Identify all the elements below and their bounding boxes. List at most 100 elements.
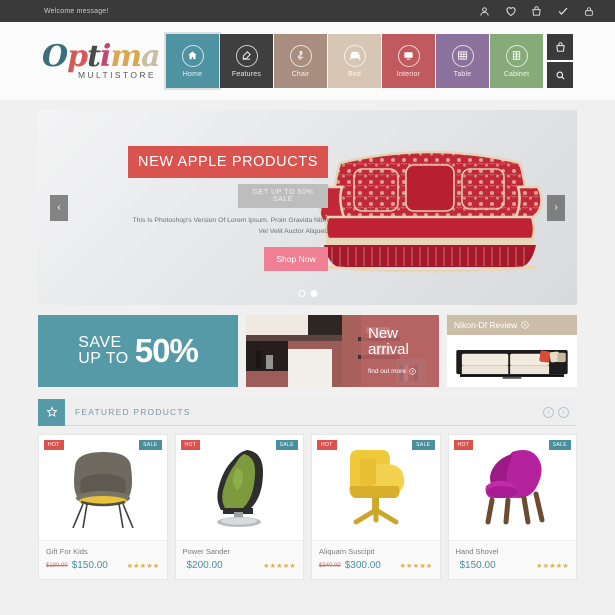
featured-products-list: HOT SALE Gift For Kids $180.00 $150.00 ★… bbox=[38, 434, 577, 580]
new-arrival-line2: arrival bbox=[368, 341, 409, 359]
product-name: Hand Shovel bbox=[455, 547, 499, 556]
product-rating-stars: ★★★★★ bbox=[263, 562, 296, 570]
save-label: SAVE UP TO bbox=[78, 333, 129, 368]
home-icon bbox=[181, 44, 204, 67]
logo[interactable]: Optima MULTISTORE bbox=[42, 39, 161, 81]
badge-sale: SALE bbox=[548, 440, 571, 450]
hero-sofa-image bbox=[317, 150, 543, 273]
product-badges: HOT SALE bbox=[453, 440, 571, 450]
product-image bbox=[176, 435, 304, 540]
arrow-circle-icon bbox=[409, 368, 416, 376]
cart-button[interactable] bbox=[547, 34, 573, 60]
hero-prev-arrow[interactable]: ‹ bbox=[50, 194, 68, 221]
new-arrival-panel: New arrival find out more bbox=[361, 315, 439, 387]
review-header: Nikon-Df Review bbox=[447, 315, 577, 335]
product-rating-stars: ★★★★★ bbox=[399, 562, 433, 570]
nav-item-home[interactable]: Home bbox=[164, 32, 221, 90]
save-line1: SAVE bbox=[78, 333, 122, 351]
product-info: Gift For Kids $180.00 $150.00 ★★★★★ bbox=[39, 540, 167, 579]
table-icon bbox=[451, 44, 474, 67]
arrow-circle-icon bbox=[521, 321, 529, 329]
badge-sale: SALE bbox=[139, 440, 162, 450]
nav-item-table[interactable]: Table bbox=[436, 34, 489, 88]
product-card[interactable]: HOT SALE Gift For Kids $180.00 $150.00 ★… bbox=[38, 434, 168, 580]
welcome-message: Welcome message! bbox=[44, 7, 109, 15]
hero-title: NEW APPLE PRODUCTS bbox=[128, 146, 328, 178]
cabinet-icon bbox=[505, 44, 528, 67]
product-price-row: $150.00 ★★★★★ bbox=[456, 560, 570, 571]
product-price: $150.00 bbox=[459, 560, 496, 571]
hero-description: This Is Photoshop's Version Of Lorem Ips… bbox=[132, 217, 328, 236]
top-icon-group bbox=[478, 5, 603, 18]
chair-icon bbox=[289, 44, 312, 67]
hero-dot-2[interactable] bbox=[310, 290, 317, 297]
nav-label-table: Table bbox=[453, 70, 472, 78]
product-name: Aliquam Suscipit bbox=[319, 547, 375, 556]
badge-sale: SALE bbox=[275, 440, 298, 450]
search-button[interactable] bbox=[547, 62, 573, 88]
heart-icon[interactable] bbox=[504, 5, 517, 18]
user-icon[interactable] bbox=[478, 5, 491, 18]
featured-next-button[interactable]: › bbox=[558, 406, 569, 418]
promo-save-banner[interactable]: SAVE UP TO 50% bbox=[38, 315, 238, 387]
product-badges: HOT SALE bbox=[180, 440, 298, 450]
product-price-row: $180.00 $150.00 ★★★★★ bbox=[46, 560, 160, 571]
bed-icon bbox=[343, 44, 366, 67]
logo-text: Optima bbox=[42, 39, 161, 74]
promo-new-arrival-banner[interactable]: New arrival find out more bbox=[246, 315, 439, 387]
top-bar: Welcome message! bbox=[0, 0, 615, 22]
badge-hot: HOT bbox=[317, 440, 337, 450]
product-price: $150.00 bbox=[71, 560, 108, 571]
product-price: $300.00 bbox=[344, 560, 381, 571]
badge-hot: HOT bbox=[44, 440, 64, 450]
product-old-price: $340.00 bbox=[319, 562, 341, 569]
promo-banner-row: SAVE UP TO 50% New arrival find out more… bbox=[38, 315, 577, 387]
badge-sale: SALE bbox=[412, 440, 435, 450]
product-old-price: $180.00 bbox=[46, 562, 68, 569]
hero-subtitle: GET UP TO 50% SALE bbox=[238, 184, 328, 208]
nav-item-interior[interactable]: Interior bbox=[382, 34, 435, 88]
product-card[interactable]: HOT SALE Power Sander $200.00 ★★★★★ bbox=[174, 434, 304, 580]
review-sofa-image bbox=[447, 337, 577, 384]
hero-pagination bbox=[298, 290, 317, 297]
lock-icon[interactable] bbox=[582, 5, 595, 18]
product-name: Gift For Kids bbox=[46, 547, 88, 556]
product-image bbox=[449, 435, 577, 540]
featured-carousel-nav: ‹ › bbox=[543, 406, 577, 418]
find-out-more-label: find out more bbox=[368, 368, 406, 376]
monitor-icon bbox=[397, 44, 420, 67]
shop-now-button[interactable]: Shop Now bbox=[264, 247, 328, 272]
hero-text-block: NEW APPLE PRODUCTS GET UP TO 50% SALE Th… bbox=[128, 146, 328, 272]
review-title: Nikon-Df Review bbox=[454, 320, 518, 330]
product-price-row: $200.00 ★★★★★ bbox=[183, 560, 297, 571]
basket-icon[interactable] bbox=[530, 5, 543, 18]
check-icon[interactable] bbox=[556, 5, 569, 18]
nav-item-cabinet[interactable]: Cabinet bbox=[490, 34, 543, 88]
nav-item-bed[interactable]: Bed bbox=[328, 34, 381, 88]
product-card[interactable]: HOT SALE Hand Shovel $150.00 ★★★★★ bbox=[447, 434, 577, 580]
nav-label-bed: Bed bbox=[347, 70, 362, 78]
product-image bbox=[312, 435, 440, 540]
nav-label-home: Home bbox=[182, 70, 203, 78]
nav-item-chair[interactable]: Chair bbox=[274, 34, 327, 88]
main-navigation: Home Features Chair Bed Interior Table C… bbox=[164, 32, 543, 90]
product-rating-stars: ★★★★★ bbox=[126, 562, 160, 570]
header-action-buttons bbox=[547, 34, 573, 88]
promo-review-banner[interactable]: Nikon-Df Review bbox=[447, 315, 577, 387]
featured-products-title: FEATURED PRODUCTS bbox=[75, 407, 191, 417]
site-header: Optima MULTISTORE Home Features Chair Be… bbox=[0, 22, 615, 100]
nav-label-interior: Interior bbox=[396, 70, 421, 78]
hero-dot-1[interactable] bbox=[298, 290, 305, 297]
nav-label-features: Features bbox=[231, 70, 262, 78]
featured-products-header: FEATURED PRODUCTS ‹ › bbox=[38, 398, 577, 426]
product-card[interactable]: HOT SALE Aliquam Suscipit $340.00 $300.0… bbox=[311, 434, 441, 580]
find-out-more-link[interactable]: find out more bbox=[368, 368, 439, 375]
hero-next-arrow[interactable]: › bbox=[547, 194, 565, 221]
featured-prev-button[interactable]: ‹ bbox=[543, 406, 554, 418]
save-line2: UP TO bbox=[78, 350, 129, 367]
nav-label-cabinet: Cabinet bbox=[503, 70, 530, 78]
nav-item-features[interactable]: Features bbox=[220, 34, 273, 88]
product-price: $200.00 bbox=[186, 560, 223, 571]
new-arrival-line1: New bbox=[368, 325, 399, 342]
product-info: Aliquam Suscipit $340.00 $300.00 ★★★★★ bbox=[312, 540, 440, 579]
